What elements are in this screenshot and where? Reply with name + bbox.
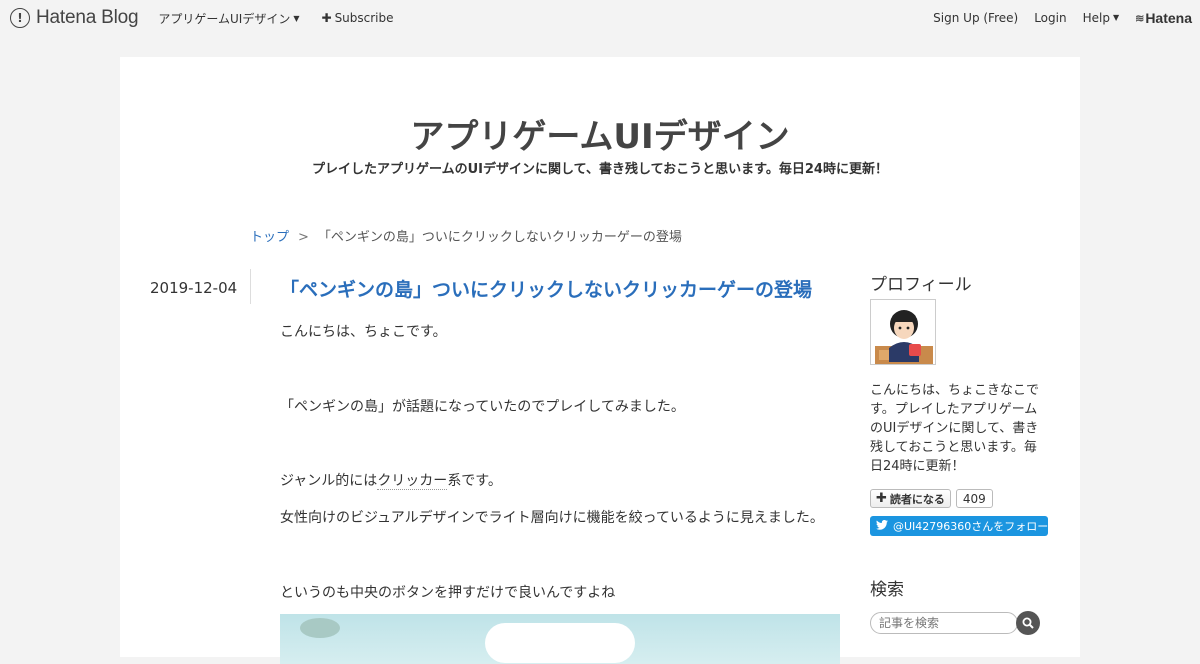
- search-heading: 検索: [870, 580, 904, 600]
- hatena-waves-icon: ≋: [1135, 12, 1144, 25]
- search-icon: [1022, 617, 1034, 629]
- chevron-down-icon: ▼: [1112, 13, 1120, 22]
- global-header: ! Hatena Blog アプリゲームUIデザイン ▼ ✚ Subscribe S…: [0, 0, 1200, 36]
- avatar[interactable]: [870, 299, 936, 365]
- entry-paragraph: 女性向けのビジュアルデザインでライト層向けに機能を絞っているように見えました。: [280, 510, 824, 526]
- readers-count: 409: [955, 489, 993, 508]
- breadcrumb-current: 「ペンギンの島」ついにクリックしないクリッカーゲーの登場: [317, 230, 682, 245]
- blog-content-card: アプリゲームUIデザイン プレイしたアプリゲームのUIデザインに関して、書き残し…: [120, 57, 1080, 664]
- entry-paragraph: ジャンル的にはクリッカー系です。: [280, 470, 502, 490]
- image-bubble-shape: [485, 623, 635, 663]
- breadcrumb-separator: >: [298, 230, 309, 245]
- become-reader-button[interactable]: ✚ 読者になる: [870, 489, 951, 508]
- breadcrumb: トップ > 「ペンギンの島」ついにクリックしないクリッカーゲーの登場: [250, 226, 682, 245]
- logo-text: Hatena Blog: [36, 7, 139, 28]
- hatena-blog-logo[interactable]: ! Hatena Blog: [10, 7, 139, 29]
- entry-text: ジャンル的には: [280, 473, 378, 489]
- date-divider: [250, 269, 251, 304]
- image-island-shape: [300, 618, 340, 638]
- keyword-link[interactable]: クリッカー: [377, 473, 448, 490]
- help-dropdown[interactable]: Help ▼: [1083, 11, 1120, 25]
- search-input[interactable]: [870, 612, 1018, 634]
- readers-row: ✚ 読者になる 409: [870, 489, 993, 508]
- help-label: Help: [1082, 11, 1110, 25]
- global-header-left: ! Hatena Blog アプリゲームUIデザイン ▼ ✚ Subscribe: [10, 7, 416, 29]
- login-link[interactable]: Login: [1034, 11, 1066, 25]
- global-header-right: Sign Up (Free) Login Help ▼ ≋ Hatena: [933, 10, 1192, 26]
- signup-link[interactable]: Sign Up (Free): [933, 11, 1018, 25]
- subscribe-link[interactable]: ✚ Subscribe: [322, 11, 394, 25]
- hatena-logo-icon: !: [10, 8, 30, 28]
- plus-icon: ✚: [321, 11, 332, 25]
- subscribe-label: Subscribe: [334, 11, 394, 25]
- blog-title[interactable]: アプリゲームUIデザイン: [120, 109, 1080, 158]
- entry-paragraph: というのも中央のボタンを押すだけで良いんですよね: [280, 585, 616, 601]
- profile-heading: プロフィール: [870, 275, 972, 295]
- blog-description: プレイしたアプリゲームのUIデザインに関して、書き残しておこうと思います。毎日2…: [312, 162, 888, 177]
- entry-screenshot-image[interactable]: [280, 614, 840, 664]
- chevron-down-icon: ▼: [293, 13, 300, 23]
- twitter-bird-icon: [876, 519, 888, 533]
- hatena-label: Hatena: [1145, 10, 1192, 26]
- search-box: [870, 611, 1040, 635]
- entry-paragraph: 「ペンギンの島」が話題になっていたのでプレイしてみました。: [280, 399, 685, 415]
- readers-label: 読者になる: [889, 492, 945, 506]
- entry-paragraph: こんにちは、ちょこです。: [280, 324, 447, 340]
- twitter-follow-label: @UI42796360さんをフォロー: [893, 520, 1049, 533]
- plus-icon: ✚: [876, 491, 887, 506]
- hatena-link[interactable]: ≋ Hatena: [1135, 10, 1192, 26]
- avatar-illustration-icon: [871, 300, 935, 364]
- breadcrumb-top-link[interactable]: トップ: [250, 230, 289, 245]
- entry-title[interactable]: 「ペンギンの島」ついにクリックしないクリッカーゲーの登場: [280, 275, 812, 302]
- entry-text: 系です。: [447, 473, 502, 489]
- twitter-follow-button[interactable]: @UI42796360さんをフォロー: [870, 516, 1048, 536]
- blog-menu-label: アプリゲームUIデザイン: [158, 11, 291, 26]
- blog-menu-dropdown[interactable]: アプリゲームUIデザイン ▼: [158, 10, 299, 27]
- search-button[interactable]: [1016, 611, 1040, 635]
- entry-date[interactable]: 2019-12-04: [150, 279, 237, 297]
- profile-text: こんにちは、ちょこきなこです。プレイしたアプリゲームのUIデザインに関して、書き…: [870, 383, 1040, 474]
